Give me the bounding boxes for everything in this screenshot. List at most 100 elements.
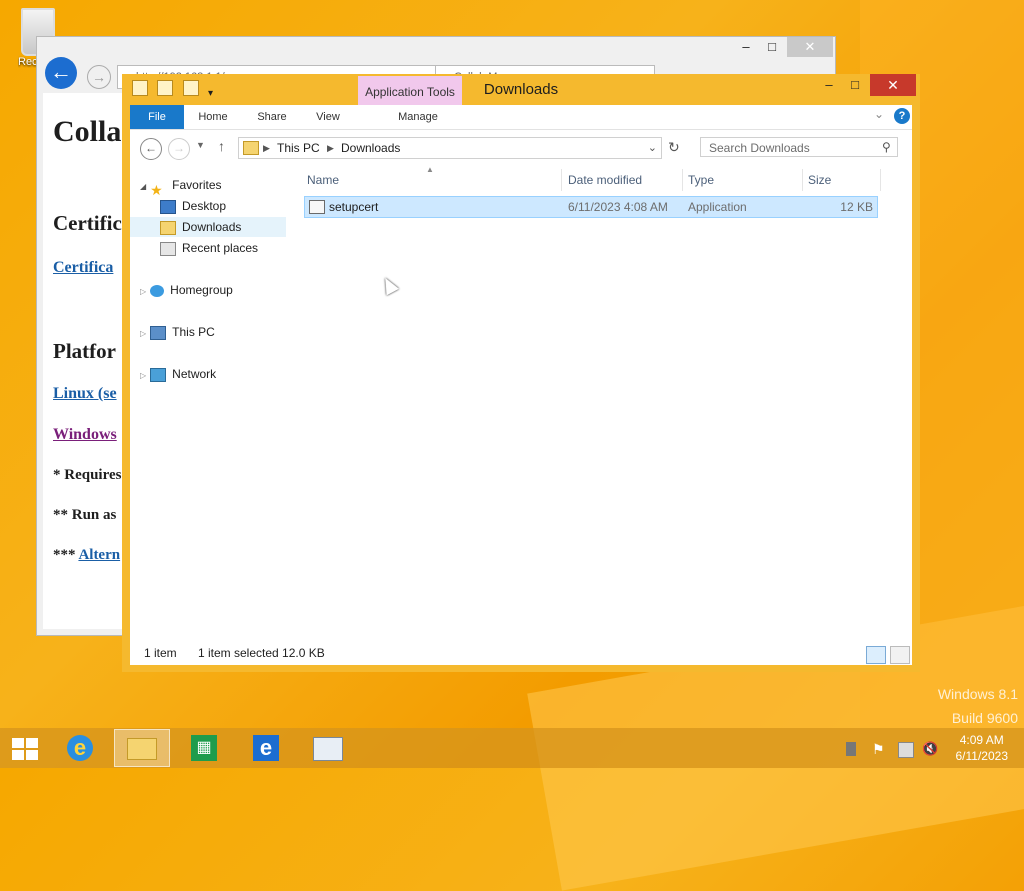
alternate-link[interactable]: Altern: [78, 547, 120, 563]
column-divider[interactable]: [802, 169, 803, 191]
search-input[interactable]: Search Downloads: [700, 137, 898, 157]
help-icon[interactable]: ?: [894, 108, 910, 124]
breadcrumb-downloads[interactable]: Downloads: [341, 138, 400, 158]
nav-favorites-label: Favorites: [172, 178, 222, 192]
note-alt: *** Altern: [53, 547, 120, 564]
store-icon: ▦: [191, 735, 217, 761]
application-icon: [309, 200, 325, 214]
downloads-folder-icon: [243, 141, 259, 155]
column-divider[interactable]: [880, 169, 881, 191]
file-type: Application: [688, 200, 747, 214]
note-requires: * Requires: [53, 467, 122, 483]
file-name[interactable]: setupcert: [329, 197, 378, 217]
window-title: Downloads: [483, 81, 559, 98]
nav-desktop-label: Desktop: [182, 199, 227, 213]
status-item-count: 1 item: [144, 646, 177, 660]
resource-monitor-icon: [313, 737, 343, 761]
action-center-flag-icon[interactable]: ⚑: [872, 742, 886, 756]
network-icon: [150, 367, 167, 382]
column-type[interactable]: Type: [688, 173, 714, 187]
recent-locations-icon[interactable]: ▼: [196, 140, 205, 150]
collapsed-chevron-icon[interactable]: ▷: [140, 287, 146, 296]
file-date-modified: 6/11/2023 4:08 AM: [568, 200, 668, 214]
keyboard-icon[interactable]: [846, 742, 856, 756]
large-icons-view-icon[interactable]: [890, 646, 910, 664]
explorer-title-bar[interactable]: ▾ Downloads Application Tools – □ ✕: [122, 74, 920, 106]
mouse-cursor-icon: [379, 274, 399, 296]
windows-logo-icon: [12, 738, 24, 748]
ie-close-button[interactable]: ✕: [787, 37, 833, 57]
clock[interactable]: 4:09 AM 6/11/2023: [956, 732, 1009, 764]
navigation-bar: ← → ▼ ↑ ▶ This PC ▶ Downloads ⌄ ↻ Search…: [130, 129, 912, 166]
expanded-chevron-icon[interactable]: ◢: [140, 182, 146, 191]
windows-link[interactable]: Windows: [53, 426, 117, 444]
details-view-icon[interactable]: [866, 646, 886, 664]
taskbar-resource-monitor[interactable]: [300, 729, 356, 767]
recent-places-icon: [160, 241, 176, 256]
collapsed-chevron-icon[interactable]: ▷: [140, 371, 146, 380]
status-selection: 1 item selected 12.0 KB: [198, 646, 325, 660]
nav-homegroup[interactable]: ▷ Homegroup: [140, 280, 233, 300]
explorer-window[interactable]: ▾ Downloads Application Tools – □ ✕ File…: [122, 74, 920, 672]
ie-back-button[interactable]: ←: [45, 57, 77, 89]
nav-recent-places[interactable]: Recent places: [160, 238, 258, 258]
internet-explorer-icon: e: [67, 735, 93, 761]
address-dropdown-icon[interactable]: ⌄: [648, 138, 657, 158]
column-divider[interactable]: [682, 169, 683, 191]
collapsed-chevron-icon[interactable]: ▷: [140, 329, 146, 338]
search-icon[interactable]: ⚲: [882, 140, 891, 154]
page-title: Colla: [53, 115, 122, 148]
note-run-as: ** Run as: [53, 507, 117, 523]
close-button[interactable]: ✕: [870, 74, 916, 96]
nav-homegroup-label: Homegroup: [170, 283, 233, 297]
breadcrumb-separator-icon[interactable]: ▶: [263, 138, 270, 158]
ribbon: File Home Share View Manage ⌄ ?: [130, 105, 912, 129]
column-name[interactable]: Name: [307, 173, 339, 187]
column-size[interactable]: Size: [808, 173, 831, 187]
status-bar: 1 item 1 item selected 12.0 KB: [130, 641, 912, 665]
nav-favorites[interactable]: ◢ ★ Favorites: [140, 175, 222, 198]
nav-downloads[interactable]: Downloads: [130, 217, 286, 237]
nav-this-pc-label: This PC: [172, 325, 215, 339]
network-tray-icon[interactable]: [898, 742, 914, 758]
tab-file[interactable]: File: [130, 105, 184, 129]
file-size: 12 KB: [840, 200, 873, 214]
ie-forward-button[interactable]: →: [87, 65, 111, 89]
tab-manage[interactable]: Manage: [366, 105, 470, 129]
application-tools-label: Application Tools: [358, 76, 462, 106]
minimize-button[interactable]: –: [816, 74, 842, 96]
tab-home[interactable]: Home: [192, 105, 234, 129]
nav-downloads-label: Downloads: [182, 220, 242, 234]
taskbar-ie[interactable]: e: [52, 729, 108, 767]
tab-view[interactable]: View: [306, 105, 350, 129]
taskbar-file-explorer[interactable]: [114, 729, 170, 767]
downloads-icon: [160, 220, 176, 235]
nav-this-pc[interactable]: ▷ This PC: [140, 322, 215, 342]
forward-button[interactable]: →: [168, 138, 190, 160]
ribbon-expand-icon[interactable]: ⌄: [874, 107, 884, 121]
nav-desktop[interactable]: Desktop: [160, 196, 226, 216]
linux-link[interactable]: Linux (se: [53, 385, 117, 403]
refresh-icon[interactable]: ↻: [668, 139, 680, 156]
nav-network[interactable]: ▷ Network: [140, 364, 216, 384]
address-bar[interactable]: ▶ This PC ▶ Downloads ⌄: [238, 137, 662, 159]
file-row[interactable]: setupcert 6/11/2023 4:08 AM Application …: [304, 196, 878, 218]
up-button[interactable]: ↑: [218, 138, 225, 154]
column-divider[interactable]: [561, 169, 562, 191]
desktop-icon: [160, 199, 176, 214]
taskbar-ie-2[interactable]: e: [238, 729, 294, 767]
clock-time: 4:09 AM: [959, 733, 1004, 747]
start-button[interactable]: [12, 738, 38, 760]
breadcrumb-separator-icon[interactable]: ▶: [327, 138, 334, 158]
cert-link[interactable]: Certifica: [53, 259, 113, 277]
internet-explorer-modern-icon: e: [253, 735, 279, 761]
maximize-button[interactable]: □: [842, 74, 868, 96]
explorer-body: ◢ ★ Favorites Desktop Downloads Recent pla…: [130, 165, 912, 641]
volume-muted-icon[interactable]: 🔇: [922, 742, 938, 756]
column-date-modified[interactable]: Date modified: [568, 173, 642, 187]
tab-share[interactable]: Share: [250, 105, 294, 129]
back-button[interactable]: ←: [140, 138, 162, 160]
taskbar-store[interactable]: ▦: [176, 729, 232, 767]
breadcrumb-this-pc[interactable]: This PC: [277, 138, 320, 158]
clock-date: 6/11/2023: [955, 749, 1009, 763]
